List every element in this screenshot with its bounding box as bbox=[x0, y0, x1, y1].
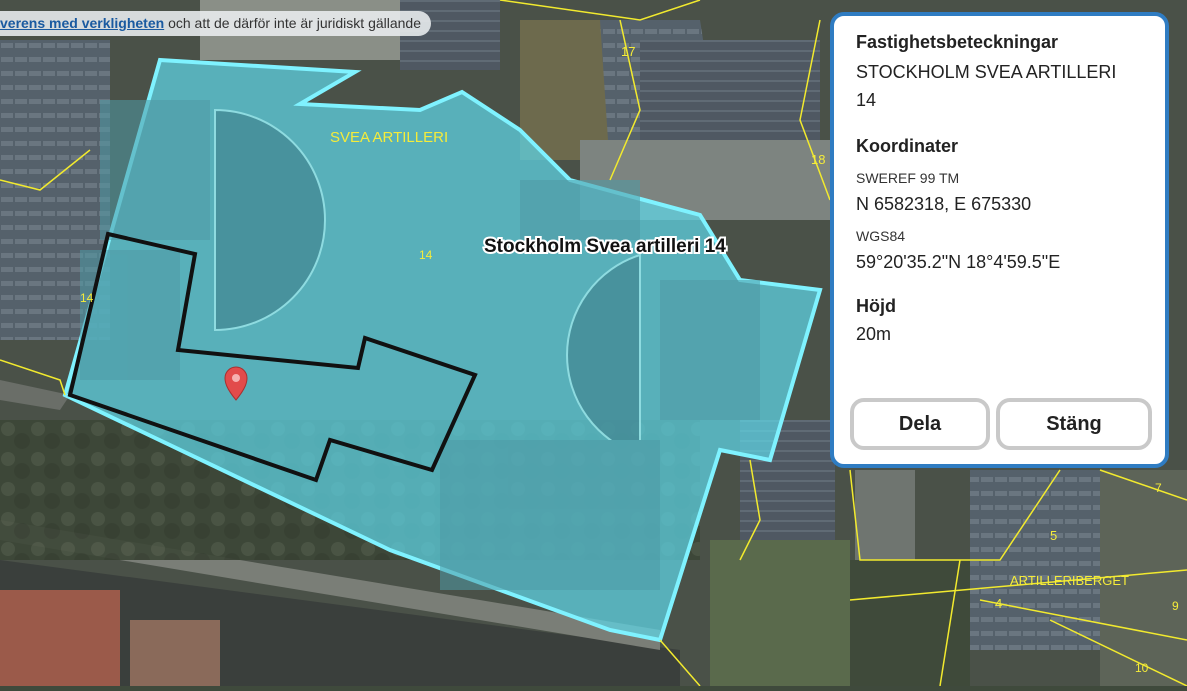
wgs84-label: WGS84 bbox=[856, 228, 906, 244]
parcel-number: 5 bbox=[1050, 528, 1057, 543]
parcel-number: 14 bbox=[419, 248, 433, 262]
coordinates-heading: Koordinater bbox=[856, 136, 959, 156]
close-button[interactable]: Stäng bbox=[996, 398, 1152, 450]
property-designation-line1: STOCKHOLM SVEA ARTILLERI bbox=[856, 62, 1117, 82]
disclaimer-text: och att de därför inte är juridiskt gäll… bbox=[164, 15, 421, 31]
district-label-svea: SVEA ARTILLERI bbox=[330, 129, 448, 146]
parcel-number: 14 bbox=[80, 291, 94, 305]
share-button[interactable]: Dela bbox=[850, 398, 990, 450]
height-section: Höjd 20m bbox=[856, 294, 1143, 346]
disclaimer-link[interactable]: verens med verkligheten bbox=[0, 15, 164, 31]
property-label: Stockholm Svea artilleri 14 bbox=[484, 236, 726, 257]
properties-heading: Fastighetsbeteckningar bbox=[856, 32, 1059, 52]
parcel-number: 10 bbox=[1135, 661, 1149, 675]
parcel-number: 7 bbox=[1155, 481, 1162, 495]
parcel-number: 17 bbox=[621, 44, 635, 59]
property-designation-line2: 14 bbox=[856, 90, 877, 110]
sweref-value: N 6582318, E 675330 bbox=[856, 194, 1032, 214]
parcel-number: 4 bbox=[995, 596, 1002, 611]
property-info-panel: Fastighetsbeteckningar STOCKHOLM SVEA AR… bbox=[830, 12, 1169, 468]
sweref-label: SWEREF 99 TM bbox=[856, 170, 960, 186]
height-value: 20m bbox=[856, 324, 892, 344]
parcel-number: 9 bbox=[1172, 599, 1179, 613]
map-disclaimer: verens med verkligheten och att de därfö… bbox=[0, 11, 431, 36]
coordinates-section: Koordinater SWEREF 99 TM N 6582318, E 67… bbox=[856, 134, 1143, 274]
district-label-artilleriberget: ARTILLERIBERGET bbox=[1010, 573, 1129, 588]
height-heading: Höjd bbox=[856, 296, 896, 316]
wgs84-value: 59°20'35.2"N 18°4'59.5"E bbox=[856, 252, 1061, 272]
property-designation: STOCKHOLM SVEA ARTILLERI 14 bbox=[856, 58, 1143, 114]
properties-section: Fastighetsbeteckningar STOCKHOLM SVEA AR… bbox=[856, 30, 1143, 114]
parcel-number: 18 bbox=[811, 152, 825, 167]
panel-actions: Dela Stäng bbox=[850, 398, 1152, 450]
